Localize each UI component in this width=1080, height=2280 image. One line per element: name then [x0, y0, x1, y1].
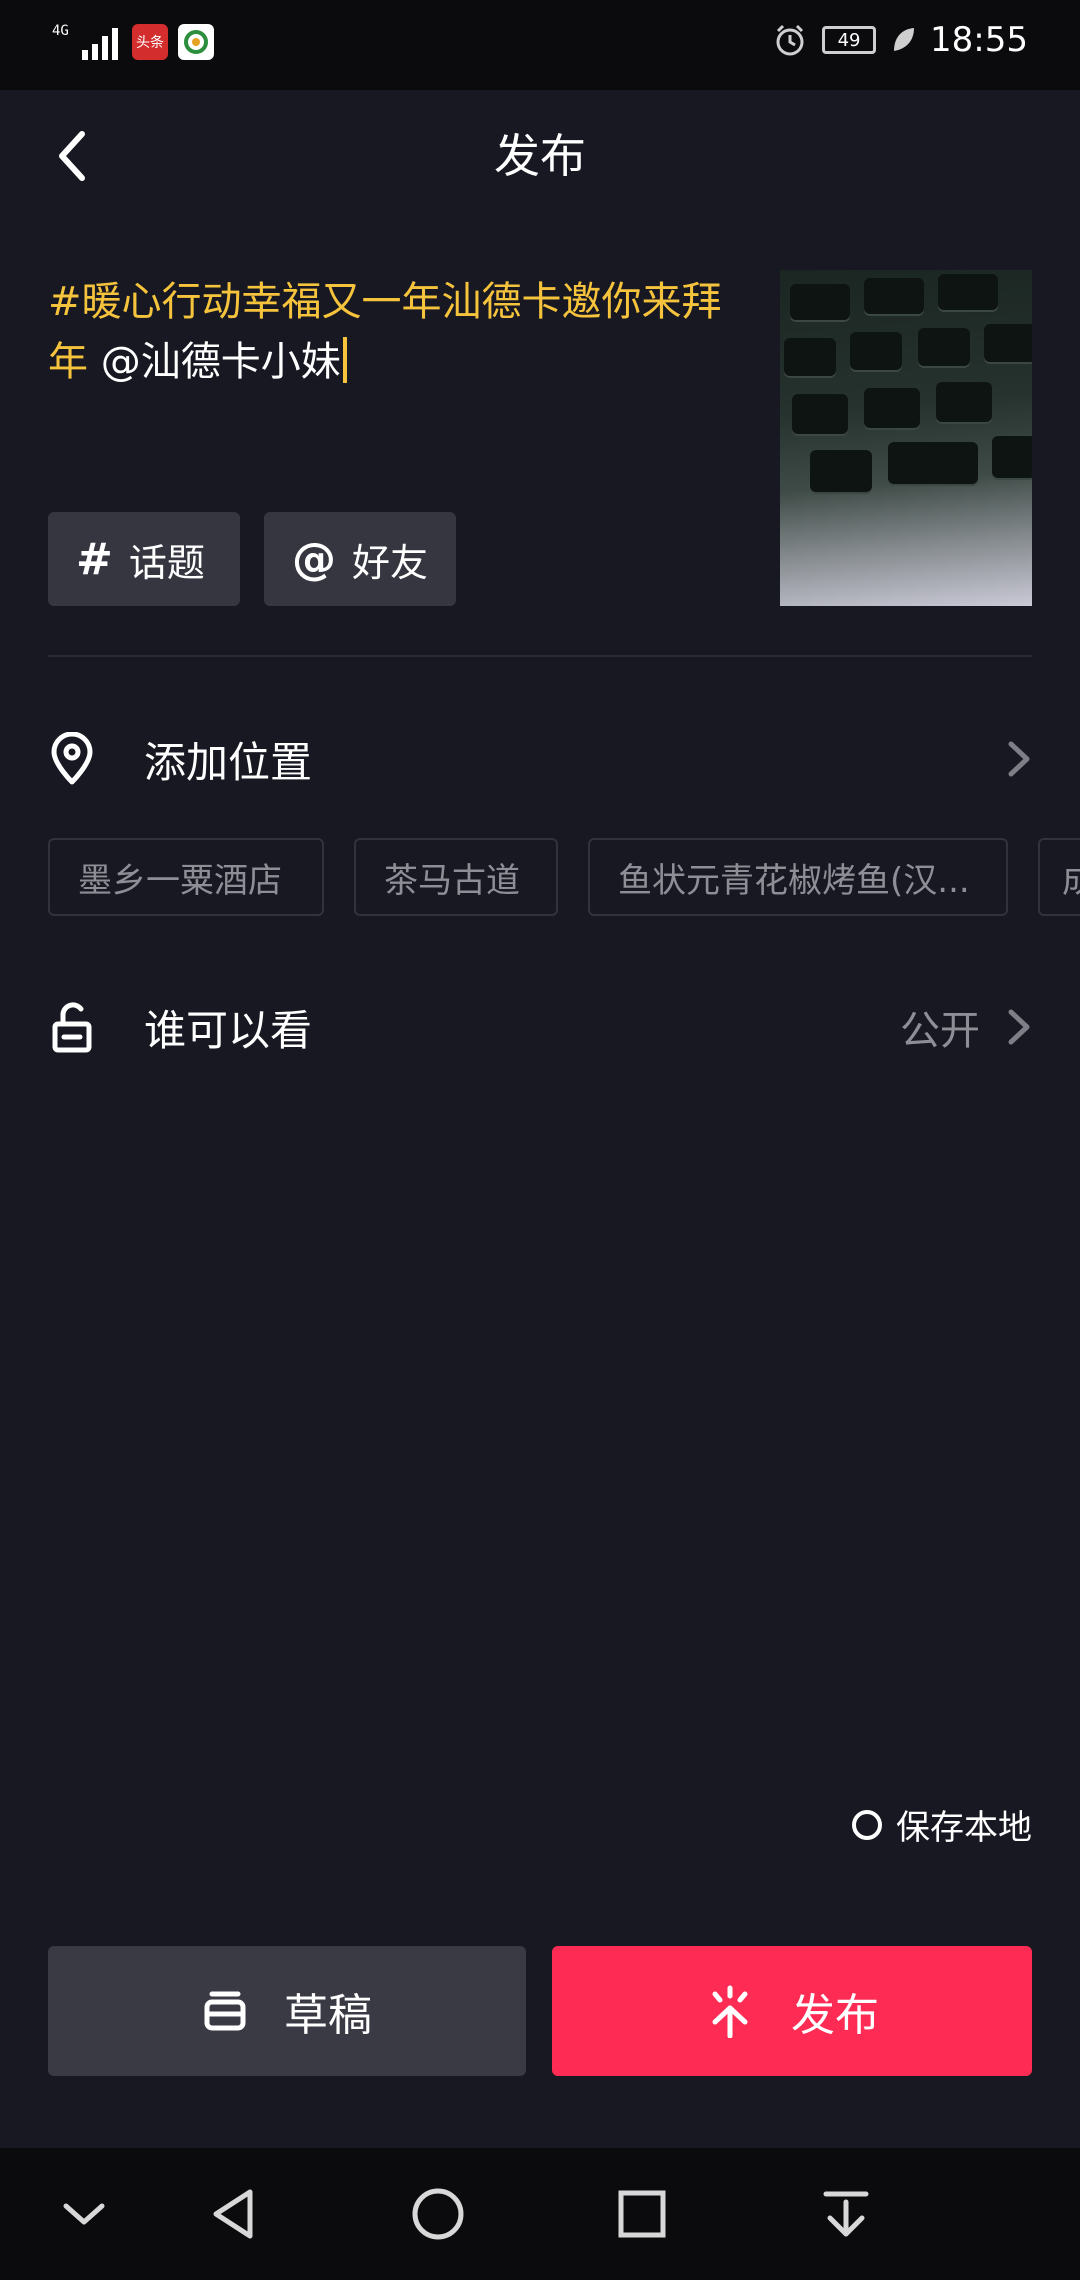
video-thumbnail[interactable]	[780, 270, 1032, 606]
alarm-icon	[776, 24, 804, 56]
add-location-label: 添加位置	[144, 737, 313, 787]
visibility-value: 公开	[900, 1008, 980, 1054]
recents-square-icon[interactable]	[614, 2186, 670, 2242]
publish-button[interactable]: 发布	[552, 1946, 1032, 2076]
location-suggestion-chip[interactable]: 墨乡一粟酒店	[48, 838, 324, 916]
unlock-icon	[52, 1002, 92, 1053]
signal-icon: 4G	[52, 22, 122, 62]
notification-pulldown-icon[interactable]	[818, 2186, 874, 2242]
save-local-label: 保存本地	[896, 1808, 1032, 1848]
draft-button[interactable]: 草稿	[48, 1946, 526, 2076]
chevron-down-icon[interactable]	[56, 2186, 112, 2242]
location-suggestion-chip[interactable]: 茶马古道	[354, 838, 558, 916]
add-location-row[interactable]: 添加位置	[48, 714, 1032, 804]
hashtag-icon: #	[76, 533, 113, 585]
toutiao-app-icon: 头条	[132, 24, 168, 60]
at-icon: @	[292, 533, 336, 585]
home-circle-icon[interactable]	[410, 2186, 466, 2242]
page-title: 发布	[494, 129, 586, 183]
leaf-icon	[894, 28, 915, 51]
location-suggestion-label: 茶马古道	[384, 860, 520, 901]
chevron-right-icon	[1008, 1009, 1030, 1045]
app-notification-icon	[178, 24, 214, 60]
text-cursor	[342, 337, 347, 383]
friend-chip-label: 好友	[352, 540, 429, 585]
topic-chip[interactable]: # 话题	[48, 512, 240, 606]
location-suggestion-label: 成	[1062, 853, 1080, 902]
location-pin-icon	[51, 732, 93, 785]
location-suggestion-chip[interactable]: 鱼状元青花椒烤鱼(汉...	[588, 838, 1008, 916]
status-bar: 4G 头条 49 18:55	[0, 0, 1080, 90]
caption-input[interactable]: #暖心行动幸福又一年汕德卡邀你来拜年 @汕德卡小妹	[48, 272, 728, 392]
divider	[48, 655, 1032, 657]
friend-chip[interactable]: @ 好友	[264, 512, 456, 606]
topic-chip-label: 话题	[128, 540, 205, 585]
battery-level: 49	[837, 29, 861, 51]
battery-icon: 49	[822, 26, 877, 54]
publish-button-label: 发布	[791, 1990, 879, 2041]
visibility-label: 谁可以看	[144, 1005, 313, 1055]
save-local-toggle[interactable]: 保存本地	[852, 1800, 1032, 1849]
status-bar-left: 4G 头条	[52, 22, 214, 62]
location-suggestion-label: 墨乡一粟酒店	[78, 860, 282, 901]
network-type: 4G	[52, 23, 69, 39]
back-triangle-icon[interactable]	[206, 2186, 262, 2242]
visibility-row[interactable]: 谁可以看 公开	[48, 982, 1032, 1072]
upload-spark-icon	[712, 1985, 748, 2038]
radio-icon	[852, 1809, 882, 1840]
caption-mention: @汕德卡小妹	[100, 339, 341, 385]
location-suggestion-label: 鱼状元青花椒烤鱼(汉...	[618, 860, 970, 901]
status-bar-right: 49 18:55	[772, 20, 1028, 60]
clock: 18:55	[930, 20, 1028, 60]
draft-box-icon	[204, 1991, 246, 2031]
location-suggestion-chip[interactable]: 成	[1038, 838, 1080, 916]
draft-button-label: 草稿	[284, 1990, 372, 2041]
toutiao-icon-label: 头条	[136, 35, 164, 51]
chevron-right-icon	[1008, 741, 1030, 777]
system-nav-bar	[0, 2148, 1080, 2280]
